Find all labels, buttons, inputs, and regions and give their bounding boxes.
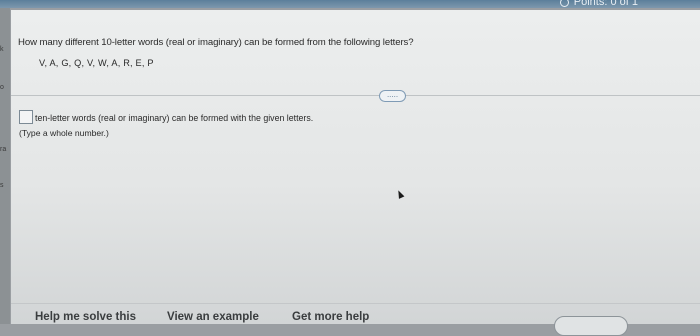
question-prompt: How many different 10-letter words (real… bbox=[18, 37, 414, 48]
answer-input[interactable] bbox=[19, 110, 33, 124]
help-me-solve-button[interactable]: Help me solve this bbox=[35, 311, 136, 323]
points-indicator: Points: 0 of 1 bbox=[559, 0, 638, 9]
sidebar-label: s bbox=[0, 182, 4, 189]
points-label: Points: 0 of 1 bbox=[573, 0, 638, 8]
answer-hint: (Type a whole number.) bbox=[19, 128, 109, 138]
expand-more-button[interactable]: ..... bbox=[379, 90, 406, 102]
sidebar-label: o bbox=[0, 84, 4, 91]
sidebar-label: ra bbox=[0, 146, 7, 153]
answer-suffix-text: ten-letter words (real or imaginary) can… bbox=[35, 113, 314, 123]
view-example-button[interactable]: View an example bbox=[167, 311, 259, 323]
question-panel: How many different 10-letter words (real… bbox=[11, 10, 700, 336]
progress-ring-icon bbox=[559, 0, 569, 7]
check-answer-button[interactable] bbox=[554, 316, 628, 336]
mouse-cursor-icon bbox=[395, 189, 405, 199]
answer-row: ten-letter words (real or imaginary) can… bbox=[19, 110, 314, 124]
divider bbox=[11, 95, 700, 96]
left-sidebar: k o ra s bbox=[0, 8, 10, 324]
top-bar: Points: 0 of 1 bbox=[0, 0, 700, 8]
sidebar-label: k bbox=[0, 46, 4, 53]
letter-list: V, A, G, Q, V, W, A, R, E, P bbox=[39, 58, 154, 68]
footer: Help me solve this View an example Get m… bbox=[11, 303, 700, 336]
get-more-help-button[interactable]: Get more help bbox=[292, 311, 369, 323]
